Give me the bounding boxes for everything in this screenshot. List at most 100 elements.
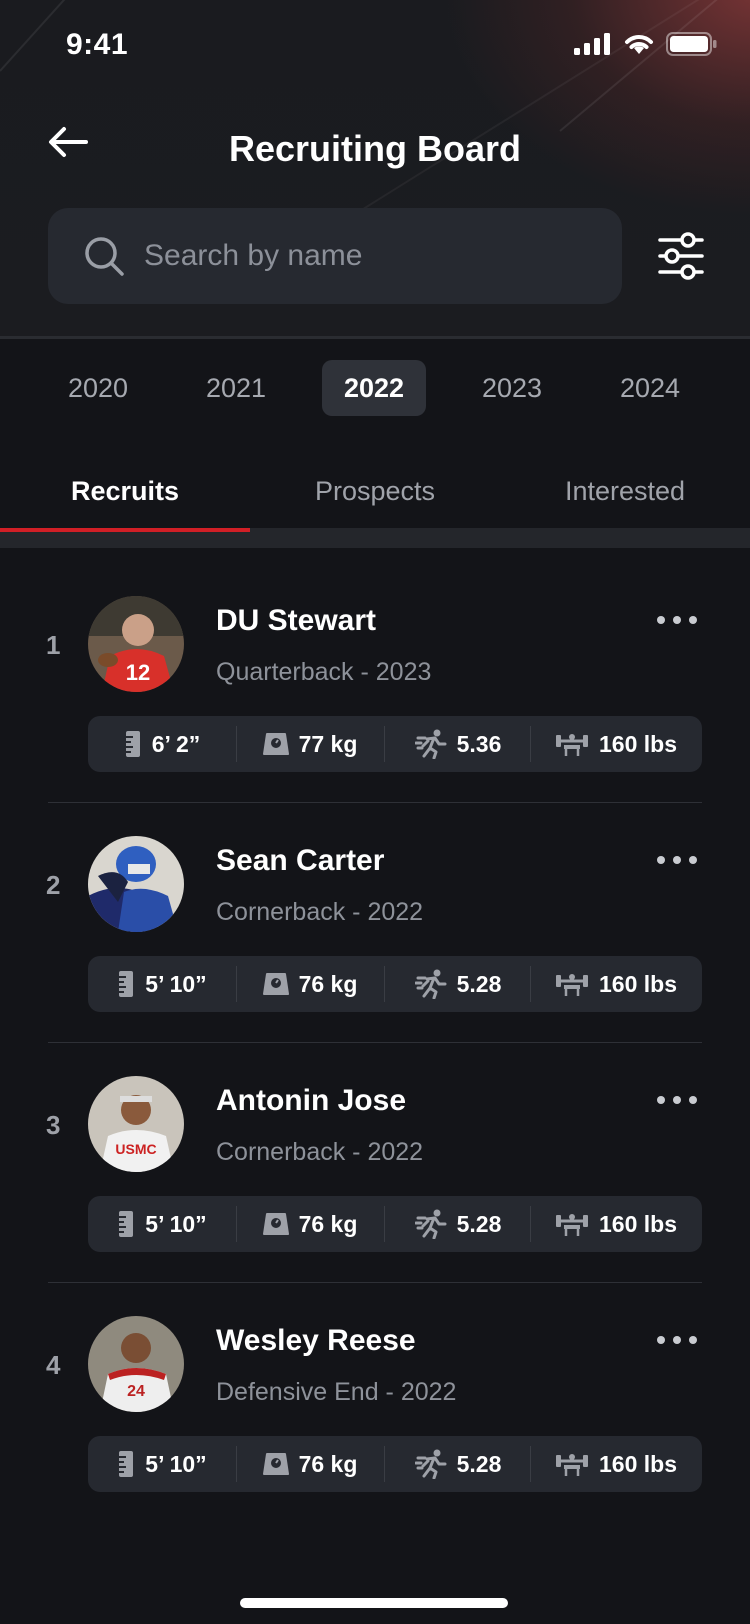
header-divider [0, 336, 750, 339]
weight-scale-icon [262, 1213, 289, 1235]
height-value: 5’ 10” [145, 1210, 207, 1237]
stat-forty: 5.28 [384, 1196, 532, 1252]
recruit-position: Quarterback - 2023 [216, 658, 432, 686]
year-2024[interactable]: 2024 [598, 360, 702, 416]
avatar[interactable]: 12 [88, 596, 184, 692]
search-input[interactable] [144, 208, 604, 304]
recruit-position: Cornerback - 2022 [216, 898, 424, 926]
ruler-icon [119, 1211, 134, 1237]
stats-bar: 5’ 10” 76 kg 5.28 160 lbs [88, 956, 702, 1012]
height-value: 6’ 2” [151, 730, 201, 757]
stats-bar: 5’ 10” 76 kg 5.28 160 lbs [88, 1436, 702, 1492]
recruit-row[interactable]: 3 USMC Antonin Jose Cornerback - 2022 5’… [0, 1028, 750, 1283]
bench-value: 160 lbs [599, 1450, 677, 1477]
more-dots-icon [657, 616, 697, 624]
year-2020[interactable]: 2020 [46, 360, 150, 416]
tab-prospects[interactable]: Prospects [250, 456, 500, 532]
year-2023[interactable]: 2023 [460, 360, 564, 416]
runner-icon [414, 1209, 447, 1239]
tab-interested[interactable]: Interested [500, 456, 750, 532]
year-selector: 2020 2021 2022 2023 2024 [0, 360, 750, 416]
recruit-rank: 1 [46, 630, 61, 660]
filter-button[interactable] [654, 228, 708, 284]
active-tab-indicator [0, 528, 250, 532]
stat-weight: 76 kg [236, 1196, 384, 1252]
recruit-rank: 4 [46, 1350, 61, 1380]
status-bar: 9:41 [0, 0, 750, 92]
avatar[interactable] [88, 836, 184, 932]
weight-value: 77 kg [298, 730, 358, 757]
more-dots-icon [657, 856, 697, 864]
bench-press-icon [556, 734, 588, 756]
weight-scale-icon [262, 733, 289, 755]
stat-bench: 160 lbs [530, 956, 702, 1012]
stat-height: 5’ 10” [88, 956, 236, 1012]
avatar[interactable]: USMC [88, 1076, 184, 1172]
recruit-name: Antonin Jose [216, 1084, 407, 1117]
recruit-name: Wesley Reese [216, 1324, 416, 1357]
runner-icon [414, 729, 447, 759]
more-options-button[interactable] [654, 848, 700, 872]
stat-weight: 76 kg [236, 956, 384, 1012]
weight-value: 76 kg [298, 1210, 358, 1237]
ruler-icon [119, 1451, 134, 1477]
nav-bar: Recruiting Board [0, 110, 750, 190]
weight-scale-icon [262, 973, 289, 995]
bench-value: 160 lbs [599, 970, 677, 997]
status-time: 9:41 [66, 28, 129, 61]
stat-weight: 76 kg [236, 1436, 384, 1492]
cellular-signal-icon [574, 33, 610, 55]
forty-value: 5.28 [456, 970, 502, 997]
tab-bar: Recruits Prospects Interested [0, 456, 750, 532]
stat-bench: 160 lbs [530, 716, 702, 772]
year-2022[interactable]: 2022 [322, 360, 426, 416]
recruit-position: Defensive End - 2022 [216, 1378, 457, 1406]
bench-value: 160 lbs [599, 730, 677, 757]
stat-height: 5’ 10” [88, 1436, 236, 1492]
stat-bench: 160 lbs [530, 1196, 702, 1252]
more-dots-icon [657, 1096, 697, 1104]
weight-scale-icon [262, 1453, 289, 1475]
stats-bar: 6’ 2” 77 kg 5.36 160 lbs [88, 716, 702, 772]
page-title: Recruiting Board [228, 128, 522, 169]
recruit-rank: 2 [46, 870, 61, 900]
year-2021[interactable]: 2021 [184, 360, 288, 416]
more-options-button[interactable] [654, 1328, 700, 1352]
more-options-button[interactable] [654, 1088, 700, 1112]
forty-value: 5.28 [456, 1450, 502, 1477]
stat-weight: 77 kg [236, 716, 384, 772]
stat-forty: 5.28 [384, 956, 532, 1012]
avatar[interactable]: 24 [88, 1316, 184, 1412]
stats-bar: 5’ 10” 76 kg 5.28 160 lbs [88, 1196, 702, 1252]
recruit-row[interactable]: 2 Sean Carter Cornerback - 2022 5’ 10” 7… [0, 788, 750, 1043]
recruit-row[interactable]: 1 12 DU Stewart Quarterback - 2023 6’ 2” [0, 548, 750, 803]
tab-recruits[interactable]: Recruits [0, 456, 250, 532]
more-dots-icon [657, 1336, 697, 1344]
stat-forty: 5.36 [384, 716, 532, 772]
svg-text:12: 12 [126, 660, 150, 685]
home-indicator[interactable] [240, 1598, 508, 1608]
height-value: 5’ 10” [145, 970, 207, 997]
bench-value: 160 lbs [599, 1210, 677, 1237]
bench-press-icon [556, 1214, 588, 1236]
recruit-position: Cornerback - 2022 [216, 1138, 424, 1166]
recruit-row[interactable]: 4 24 Wesley Reese Defensive End - 2022 5… [0, 1268, 750, 1508]
ruler-icon [125, 731, 140, 757]
recruit-rank: 3 [46, 1110, 61, 1140]
search-icon [85, 237, 124, 276]
svg-text:24: 24 [127, 1383, 145, 1400]
bench-press-icon [556, 974, 588, 996]
bench-press-icon [556, 1454, 588, 1476]
battery-icon [666, 32, 717, 56]
recruit-name: DU Stewart [216, 604, 377, 637]
status-icons [574, 32, 718, 56]
runner-icon [414, 969, 447, 999]
stat-bench: 160 lbs [530, 1436, 702, 1492]
wifi-icon [625, 35, 653, 54]
stat-height: 6’ 2” [88, 716, 236, 772]
more-options-button[interactable] [654, 608, 700, 632]
stat-height: 5’ 10” [88, 1196, 236, 1252]
search-bar[interactable] [48, 208, 622, 304]
stat-forty: 5.28 [384, 1436, 532, 1492]
weight-value: 76 kg [298, 970, 358, 997]
